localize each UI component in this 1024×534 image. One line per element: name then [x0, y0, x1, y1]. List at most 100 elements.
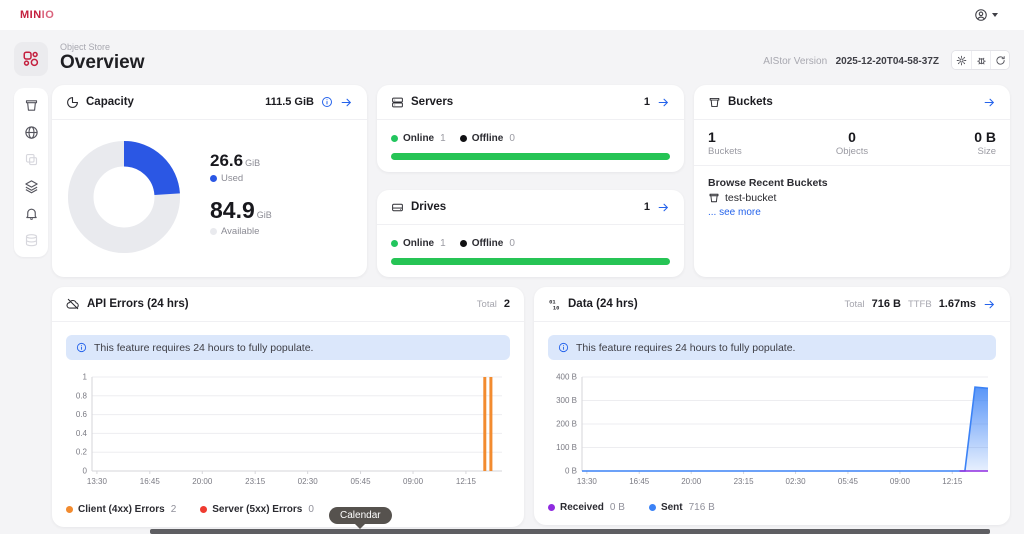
- available-value: 84.9: [210, 197, 255, 223]
- sidebar-item-copy[interactable]: [23, 151, 39, 167]
- info-icon[interactable]: [321, 96, 333, 108]
- legend-value: 0 B: [610, 502, 625, 513]
- data-legend: Received0 B Sent 716 B: [548, 502, 715, 513]
- legend-label: Server (5xx) Errors: [212, 504, 302, 515]
- drives-count: 1: [644, 201, 650, 213]
- stat-label: Size: [900, 146, 996, 157]
- top-bar: MINIO: [0, 0, 1024, 30]
- minio-logo[interactable]: MINIO: [20, 9, 54, 21]
- svg-text:05:45: 05:45: [838, 477, 859, 486]
- svg-text:20:00: 20:00: [681, 477, 702, 486]
- legend-dot: [548, 504, 555, 511]
- buckets-arrow-icon[interactable]: [983, 96, 996, 109]
- drives-health-bar: [391, 258, 670, 265]
- legend-value: 716 B: [689, 502, 715, 513]
- svg-text:100 B: 100 B: [556, 443, 577, 452]
- sidebar-item-layers[interactable]: [23, 178, 39, 194]
- bucket-icon: [708, 192, 720, 204]
- used-label: Used: [221, 173, 243, 184]
- binary-data-icon: 0110: [548, 298, 561, 311]
- recent-bucket-name: test-bucket: [725, 192, 776, 204]
- logo-min: MIN: [20, 9, 42, 21]
- capacity-arrow-icon[interactable]: [340, 96, 353, 109]
- page-title: Overview: [60, 52, 145, 74]
- stat-label: Buckets: [708, 146, 804, 157]
- svg-text:12:15: 12:15: [456, 477, 477, 486]
- server-icon: [391, 96, 404, 109]
- sidebar-item-database[interactable]: [23, 232, 39, 248]
- account-menu[interactable]: [974, 8, 998, 22]
- settings-button[interactable]: [952, 51, 971, 69]
- bug-icon: [976, 55, 987, 66]
- stat-label: Objects: [804, 146, 900, 157]
- drives-card-header: Drives 1: [377, 190, 684, 225]
- svg-text:0: 0: [83, 467, 88, 476]
- svg-text:23:15: 23:15: [734, 477, 755, 486]
- servers-online-label: Online: [403, 133, 434, 144]
- servers-title: Servers: [411, 96, 453, 108]
- drives-arrow-icon[interactable]: [657, 201, 670, 214]
- diagnostics-button[interactable]: [971, 51, 990, 69]
- legend-sent: Sent 716 B: [649, 502, 715, 513]
- legend-received: Received0 B: [548, 502, 625, 513]
- recent-bucket-link[interactable]: test-bucket: [708, 192, 776, 204]
- logo-io: IO: [42, 9, 55, 21]
- used-unit: GiB: [245, 158, 260, 168]
- stat-buckets: 1 Buckets: [708, 129, 804, 157]
- calendar-tooltip: Calendar: [329, 507, 392, 524]
- total-value: 716 B: [872, 298, 901, 310]
- overview-icon: [22, 50, 40, 68]
- buckets-card-header: Buckets: [694, 85, 1010, 120]
- browse-recent-label: Browse Recent Buckets: [708, 177, 828, 189]
- bucket-icon: [24, 98, 39, 113]
- see-more-link[interactable]: ... see more: [708, 207, 761, 218]
- breadcrumb: Object Store: [60, 42, 110, 52]
- sidebar-item-notifications[interactable]: [23, 205, 39, 221]
- svg-text:0 B: 0 B: [565, 467, 577, 476]
- database-icon: [24, 233, 39, 248]
- buckets-card: Buckets 1 Buckets 0 Objects 0 B Size Bro…: [694, 85, 1010, 277]
- available-dot: [210, 228, 217, 235]
- svg-text:02:30: 02:30: [786, 477, 807, 486]
- bottom-scrollbar[interactable]: [150, 529, 990, 534]
- drives-title: Drives: [411, 201, 446, 213]
- servers-count: 1: [644, 96, 650, 108]
- bucket-icon: [708, 96, 721, 109]
- svg-text:0.4: 0.4: [76, 429, 88, 438]
- used-value: 26.6: [210, 151, 243, 170]
- header-actions: [951, 50, 1010, 70]
- total-value: 2: [504, 298, 510, 310]
- svg-text:02:30: 02:30: [298, 477, 319, 486]
- data-chart: 0 B100 B200 B300 B400 B13:3016:4520:0023…: [548, 371, 996, 489]
- stat-value: 0 B: [900, 129, 996, 145]
- info-icon: [558, 342, 569, 353]
- sidebar-item-globe[interactable]: [23, 124, 39, 140]
- offline-dot: [460, 135, 467, 142]
- capacity-stats: 26.6GiB Used 84.9GiB Available: [210, 151, 272, 237]
- banner-text: This feature requires 24 hours to fully …: [94, 342, 313, 354]
- servers-status-row: Online1 Offline0: [391, 133, 515, 144]
- legend-value: 0: [308, 504, 314, 515]
- layers-icon: [24, 179, 39, 194]
- ttfb-value: 1.67ms: [939, 298, 976, 310]
- servers-offline-count: 0: [509, 133, 515, 144]
- buckets-title: Buckets: [728, 96, 773, 108]
- servers-arrow-icon[interactable]: [657, 96, 670, 109]
- sidebar-item-buckets[interactable]: [23, 97, 39, 113]
- data-card-header: 0110 Data (24 hrs) Total 716 B TTFB 1.67…: [534, 287, 1010, 322]
- svg-text:10: 10: [553, 304, 560, 311]
- sidebar-item-overview[interactable]: [14, 42, 48, 76]
- svg-text:200 B: 200 B: [556, 420, 577, 429]
- api-errors-title: API Errors (24 hrs): [87, 298, 189, 310]
- sidebar-nav: [14, 88, 48, 257]
- version-label: AIStor Version: [763, 56, 827, 67]
- caret-down-icon: [992, 13, 998, 17]
- api-errors-card: API Errors (24 hrs) Total 2 This feature…: [52, 287, 524, 527]
- refresh-button[interactable]: [990, 51, 1009, 69]
- stat-size: 0 B Size: [900, 129, 996, 157]
- legend-label: Sent: [661, 502, 683, 513]
- total-label: Total: [477, 299, 497, 310]
- data-arrow-icon[interactable]: [983, 298, 996, 311]
- version-row: AIStor Version 2025-12-20T04-58-37Z: [763, 50, 1010, 70]
- capacity-total: 111.5 GiB: [265, 96, 314, 108]
